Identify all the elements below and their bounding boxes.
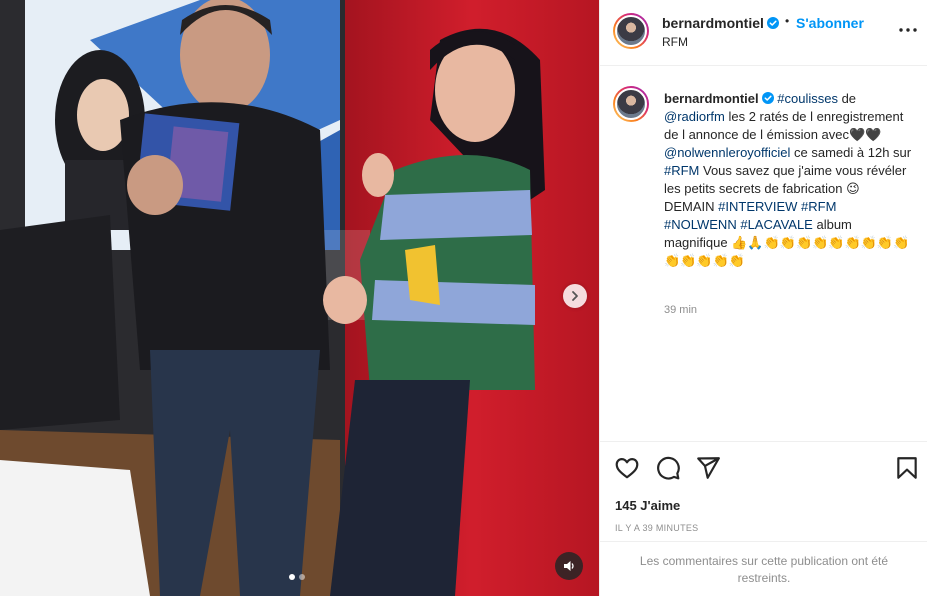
post-caption: bernardmontiel #coulisses de @radiorfm l… [664,90,912,270]
share-button[interactable] [695,455,721,481]
separator-dot: • [785,14,790,28]
follow-button[interactable]: S'abonner [796,15,864,31]
comments-restricted-note: Les commentaires sur cette publication o… [639,554,889,585]
save-button[interactable] [894,455,920,481]
sound-toggle-button[interactable] [555,552,583,580]
bookmark-icon [897,457,917,479]
username-text[interactable]: bernardmontiel [662,15,764,31]
post-media[interactable] [0,0,599,596]
carousel-dot [299,574,305,580]
caption-tag-link[interactable]: #NOLWENN [664,217,737,232]
share-icon [697,457,720,479]
caption-tag-link[interactable]: #coulisses [777,91,838,106]
more-options-icon [899,28,917,32]
caption-tag-link[interactable]: #LACAVALE [740,217,813,232]
caption-text: #coulisses de @radiorfm les 2 ratés de l… [664,91,911,268]
likes-count[interactable]: 145 J'aime [615,498,680,513]
divider [600,541,927,542]
caption-tag-link[interactable]: #INTERVIEW [718,199,797,214]
heart-icon [615,458,639,479]
verified-badge-icon [761,92,774,104]
caption-text-segment: de [837,91,857,106]
author-username[interactable]: bernardmontiel [662,15,779,31]
speaker-icon [564,561,574,571]
post-timestamp[interactable]: IL Y A 39 MINUTES [615,523,698,533]
divider [600,441,927,442]
caption-tag-link[interactable]: #RFM [664,163,699,178]
next-slide-button[interactable] [563,284,587,308]
caption-text-segment: ce samedi à 12h sur [790,145,912,160]
caption-tag-link[interactable]: #RFM [801,199,836,214]
verified-badge-icon [766,17,779,29]
comment-icon [657,456,680,480]
chevron-right-icon [572,291,578,301]
more-options-button[interactable] [896,22,920,38]
like-button[interactable] [614,455,640,481]
post-header: bernardmontiel • S'abonner RFM [600,0,927,66]
location-link[interactable]: RFM [662,35,688,49]
post-photo [0,0,599,596]
carousel-indicator [289,574,305,580]
caption-tag-link[interactable]: @nolwennleroyofficiel [664,145,790,160]
caption-username[interactable]: bernardmontiel [664,91,759,106]
caption-timestamp: 39 min [664,304,698,316]
caption-tag-link[interactable]: @radiorfm [664,109,725,124]
carousel-dot-active [289,574,295,580]
post-details-panel: bernardmontiel • S'abonner RFM bernardmo… [599,0,927,596]
avatar[interactable] [613,13,649,49]
caption-avatar[interactable] [613,86,649,122]
comment-button[interactable] [655,455,681,481]
